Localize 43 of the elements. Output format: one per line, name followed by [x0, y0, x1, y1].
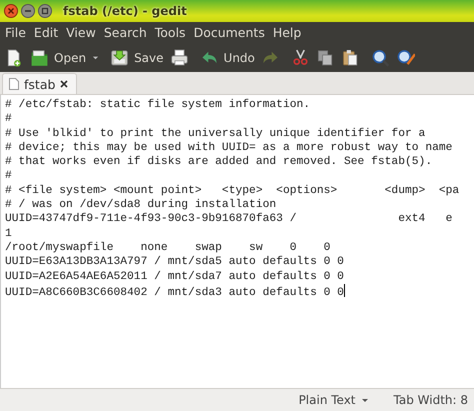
menu-item[interactable]: Tools [150, 24, 190, 41]
code-line: 1 [5, 226, 12, 241]
undo-arrow-button[interactable]: Undo [198, 44, 256, 70]
code-line: /root/myswapfile none swap sw 0 0 [5, 240, 330, 256]
window-title: fstab (/etc) - gedit [63, 4, 187, 18]
code-line: # [5, 169, 12, 184]
code-line: # [5, 112, 12, 127]
menu-item[interactable]: Edit [30, 24, 62, 41]
code-line: # / was on /dev/sda8 during installation [5, 198, 276, 212]
folder-button[interactable]: Open [29, 44, 88, 70]
copy-icon [316, 48, 335, 67]
search-replace-icon [396, 48, 415, 67]
code-line: # that works even if disks are added and removed. See fstab(5). [5, 155, 432, 170]
search-icon [370, 48, 390, 67]
save-icon [110, 48, 130, 67]
code-line: # /etc/fstab: static file system information. [5, 98, 310, 112]
language-selector[interactable]: Plain Text [298, 393, 368, 407]
save-button[interactable]: Save [109, 44, 165, 70]
code-line: UUID=A8C660B3C6608402 / mnt/sda3 auto defaults 0 0 [5, 284, 345, 298]
menu-item[interactable]: Search [100, 24, 151, 41]
document-icon [9, 78, 19, 90]
close-icon[interactable] [60, 80, 68, 88]
code-line: # <file system> <mount point> <type> <options> <dump> <pa [5, 184, 460, 198]
maximize-icon[interactable] [38, 4, 52, 18]
caret-icon [92, 54, 100, 61]
menu-item[interactable]: Documents [190, 24, 269, 41]
minimize-icon[interactable] [21, 4, 35, 18]
code-line: # Use 'blkid' to print the universally unique identifier for a [5, 126, 426, 141]
scissors-icon [290, 48, 310, 67]
caret-icon [362, 397, 368, 403]
code-line: UUID=E63A13DB3A13A797 / mnt/sda5 auto defaults 0 0 [5, 255, 344, 270]
close-icon[interactable] [4, 4, 18, 18]
printer-icon [170, 48, 189, 67]
menu-item[interactable]: View [62, 24, 100, 41]
folder-icon [30, 48, 49, 67]
code-line: UUID=A2E6A54AE6A52011 / mnt/sda7 auto defaults 0 0 [5, 270, 344, 284]
menu-item[interactable]: File [1, 24, 30, 41]
menu-item[interactable]: Help [268, 24, 306, 41]
code-line: UUID=43747df9-711e-4f93-90c3-9b916870fa63 / ext4 e [5, 212, 452, 227]
tab-width-selector[interactable]: Tab Width: 8 [394, 393, 468, 407]
document-tab[interactable]: fstab [2, 73, 78, 94]
code-line: # device; this may be used with UUID= as a more robust way to name [5, 140, 452, 156]
clipboard-icon [340, 48, 360, 67]
